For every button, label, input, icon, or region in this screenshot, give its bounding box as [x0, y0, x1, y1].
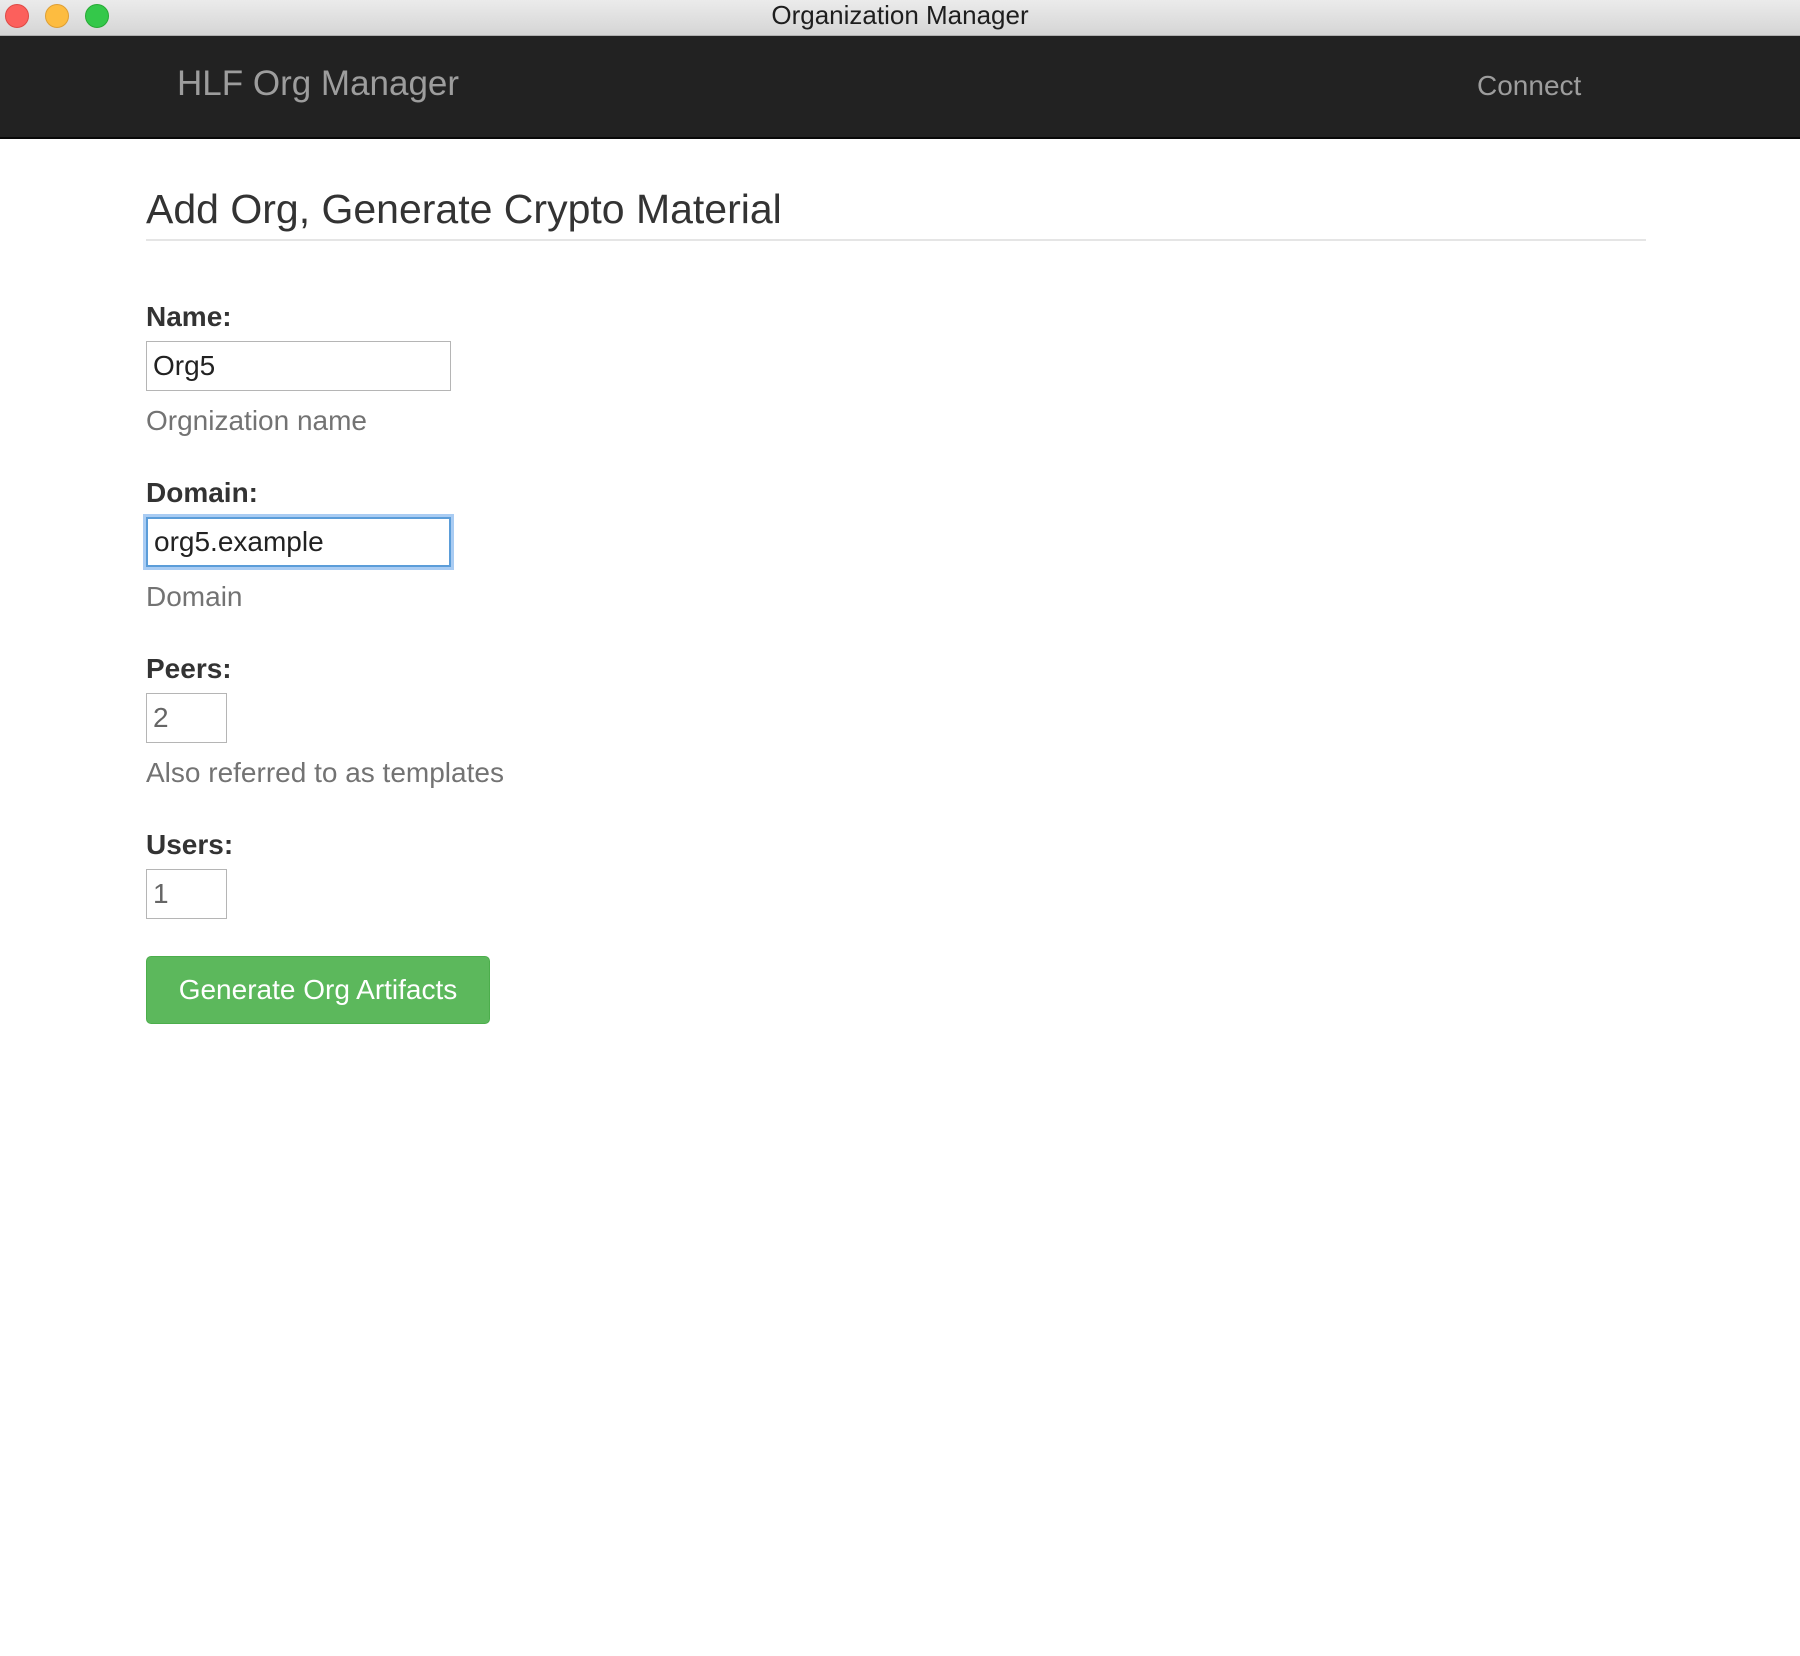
connect-link[interactable]: Connect	[1477, 70, 1581, 102]
top-navbar: HLF Org Manager Connect	[0, 36, 1800, 139]
domain-label: Domain:	[146, 477, 258, 508]
name-input[interactable]	[146, 341, 451, 391]
peers-help-text: Also referred to as templates	[146, 757, 504, 788]
users-input[interactable]	[146, 869, 227, 919]
domain-input[interactable]	[146, 517, 451, 567]
name-help-text: Orgnization name	[146, 405, 368, 436]
peers-input[interactable]	[146, 693, 227, 743]
domain-help-text: Domain	[146, 581, 243, 612]
users-field-group: Users:	[146, 828, 233, 919]
domain-field-group: Domain: Domain	[146, 476, 451, 613]
peers-label: Peers:	[146, 653, 232, 684]
users-label: Users:	[146, 829, 234, 860]
window-title: Organization Manager	[771, 0, 1029, 30]
generate-org-artifacts-button[interactable]: Generate Org Artifacts	[146, 956, 490, 1024]
name-field-group: Name: Orgnization name	[146, 300, 451, 437]
window-titlebar: Organization Manager	[0, 0, 1800, 36]
name-label: Name:	[146, 301, 232, 332]
navbar-brand[interactable]: HLF Org Manager	[177, 64, 459, 104]
page-title: Add Org, Generate Crypto Material	[146, 186, 782, 232]
peers-field-group: Peers: Also referred to as templates	[146, 652, 504, 789]
title-divider	[146, 239, 1646, 241]
